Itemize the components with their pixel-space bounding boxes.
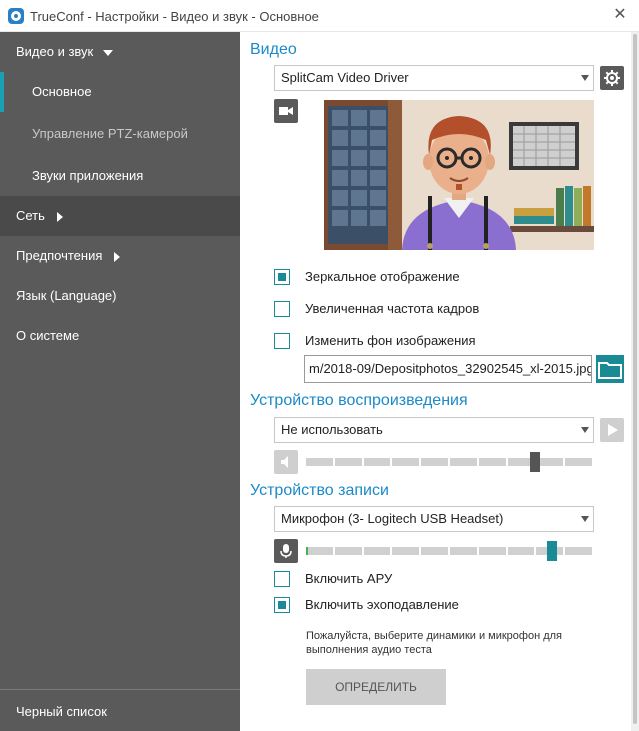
camera-toggle-button[interactable] bbox=[274, 99, 298, 123]
sidebar-item-label: Черный список bbox=[16, 704, 107, 719]
slider-segment bbox=[363, 547, 391, 555]
echo-checkbox[interactable] bbox=[274, 597, 290, 613]
video-device-select[interactable]: SplitCam Video Driver bbox=[274, 65, 594, 91]
camera-preview bbox=[324, 100, 594, 250]
slider-segment bbox=[478, 458, 506, 466]
slider-segment bbox=[507, 547, 535, 555]
slider-segment bbox=[421, 547, 448, 555]
sidebar-item-general[interactable]: Основное bbox=[0, 72, 240, 112]
slider-segment bbox=[334, 547, 362, 555]
video-camera-icon bbox=[279, 107, 293, 115]
slider-segment bbox=[306, 547, 333, 555]
speaker-icon bbox=[281, 456, 288, 468]
audio-test-hint: Пожалуйста, выберите динамики и микрофон… bbox=[306, 630, 563, 656]
camera-preview-image bbox=[324, 100, 594, 250]
sidebar-item-app-sounds[interactable]: Звуки приложения bbox=[0, 156, 240, 196]
title-bar: TrueConf - Настройки - Видео и звук - Ос… bbox=[0, 0, 639, 32]
framerate-option[interactable]: Увеличенная частота кадров bbox=[274, 300, 574, 318]
video-section-title: Видео bbox=[250, 41, 297, 58]
play-icon bbox=[608, 424, 618, 436]
playback-section-title: Устройство воспроизведения bbox=[250, 392, 468, 409]
background-label: Изменить фон изображения bbox=[305, 333, 476, 348]
slider-thumb[interactable] bbox=[529, 452, 540, 472]
chevron-right-icon bbox=[114, 251, 121, 262]
recording-device-value: Микрофон (3- Logitech USB Headset) bbox=[281, 511, 504, 526]
sidebar-item-preferences[interactable]: Предпочтения bbox=[0, 236, 240, 276]
sidebar-item-label: Предпочтения bbox=[16, 248, 103, 263]
sidebar-item-label: О системе bbox=[16, 328, 80, 343]
window-title: TrueConf - Настройки - Видео и звук - Ос… bbox=[30, 9, 319, 24]
chevron-down-icon bbox=[103, 49, 114, 56]
background-checkbox[interactable] bbox=[274, 333, 290, 349]
slider-segment bbox=[536, 458, 564, 466]
slider-segment bbox=[334, 458, 362, 466]
slider-segment bbox=[565, 547, 592, 555]
mirror-checkbox[interactable] bbox=[274, 269, 290, 285]
slider-segment bbox=[392, 547, 420, 555]
echo-option[interactable]: Включить эхоподавление bbox=[274, 596, 574, 614]
sidebar-item-ptz[interactable]: Управление PTZ-камерой bbox=[0, 114, 240, 154]
framerate-label: Увеличенная частота кадров bbox=[305, 301, 480, 316]
recording-device-select[interactable]: Микрофон (3- Logitech USB Headset) bbox=[274, 506, 594, 532]
trueconf-logo-icon bbox=[8, 8, 24, 24]
detect-button[interactable]: ОПРЕДЕЛИТЬ bbox=[306, 669, 446, 705]
sidebar: Видео и звук Основное Управление PTZ-кам… bbox=[0, 32, 240, 731]
sidebar-item-label: Язык (Language) bbox=[16, 288, 117, 303]
sidebar-item-video-audio[interactable]: Видео и звук bbox=[0, 32, 240, 72]
microphone-icon bbox=[280, 544, 292, 558]
slider-segment bbox=[421, 458, 448, 466]
play-test-button[interactable] bbox=[600, 418, 624, 442]
playback-device-select[interactable]: Не использовать bbox=[274, 417, 594, 443]
folder-icon bbox=[598, 362, 622, 379]
agc-label: Включить АРУ bbox=[305, 571, 393, 586]
gear-icon bbox=[604, 70, 620, 86]
microphone-button[interactable] bbox=[274, 539, 298, 563]
sidebar-item-label: Управление PTZ-камерой bbox=[32, 126, 188, 141]
slider-segment bbox=[306, 458, 333, 466]
video-device-value: SplitCam Video Driver bbox=[281, 70, 409, 85]
sidebar-item-label: Основное bbox=[32, 84, 92, 99]
recording-section-title: Устройство записи bbox=[250, 482, 389, 499]
mirror-label: Зеркальное отображение bbox=[305, 269, 460, 284]
sidebar-divider bbox=[0, 689, 240, 690]
playback-volume-slider[interactable] bbox=[306, 452, 592, 472]
browse-folder-button[interactable] bbox=[596, 355, 624, 383]
background-path-field[interactable]: m/2018-09/Depositphotos_32902545_xl-2015… bbox=[304, 355, 592, 383]
scrollbar-thumb[interactable] bbox=[633, 34, 637, 724]
agc-checkbox[interactable] bbox=[274, 571, 290, 587]
slider-segment bbox=[450, 547, 477, 555]
chevron-right-icon bbox=[56, 211, 63, 222]
background-option[interactable]: Изменить фон изображения bbox=[274, 332, 574, 350]
video-settings-button[interactable] bbox=[600, 66, 624, 90]
slider-segment bbox=[478, 547, 506, 555]
playback-device-value: Не использовать bbox=[281, 422, 383, 437]
slider-thumb[interactable] bbox=[546, 541, 557, 561]
mirror-option[interactable]: Зеркальное отображение bbox=[274, 268, 574, 286]
agc-option[interactable]: Включить АРУ bbox=[274, 570, 574, 588]
dropdown-caret-icon bbox=[581, 75, 589, 81]
echo-label: Включить эхоподавление bbox=[305, 597, 459, 612]
sidebar-item-blacklist[interactable]: Черный список bbox=[0, 692, 240, 731]
slider-segment bbox=[450, 458, 477, 466]
slider-segment bbox=[392, 458, 420, 466]
close-button[interactable]: ✕ bbox=[611, 6, 629, 24]
slider-segment bbox=[565, 458, 592, 466]
slider-fill bbox=[306, 547, 308, 555]
speaker-button[interactable] bbox=[274, 450, 298, 474]
sidebar-item-network[interactable]: Сеть bbox=[0, 196, 240, 236]
sidebar-item-label: Сеть bbox=[16, 208, 45, 223]
settings-panel: Видео SplitCam Video Driver Зеркальное о… bbox=[240, 32, 639, 731]
dropdown-caret-icon bbox=[581, 427, 589, 433]
framerate-checkbox[interactable] bbox=[274, 301, 290, 317]
microphone-level-slider[interactable] bbox=[306, 541, 592, 561]
dropdown-caret-icon bbox=[581, 516, 589, 522]
vertical-scrollbar[interactable] bbox=[631, 32, 639, 731]
sidebar-item-language[interactable]: Язык (Language) bbox=[0, 276, 240, 316]
sidebar-item-about[interactable]: О системе bbox=[0, 316, 240, 356]
slider-segment bbox=[363, 458, 391, 466]
sidebar-item-label: Звуки приложения bbox=[32, 168, 144, 183]
sidebar-item-label: Видео и звук bbox=[16, 44, 94, 59]
